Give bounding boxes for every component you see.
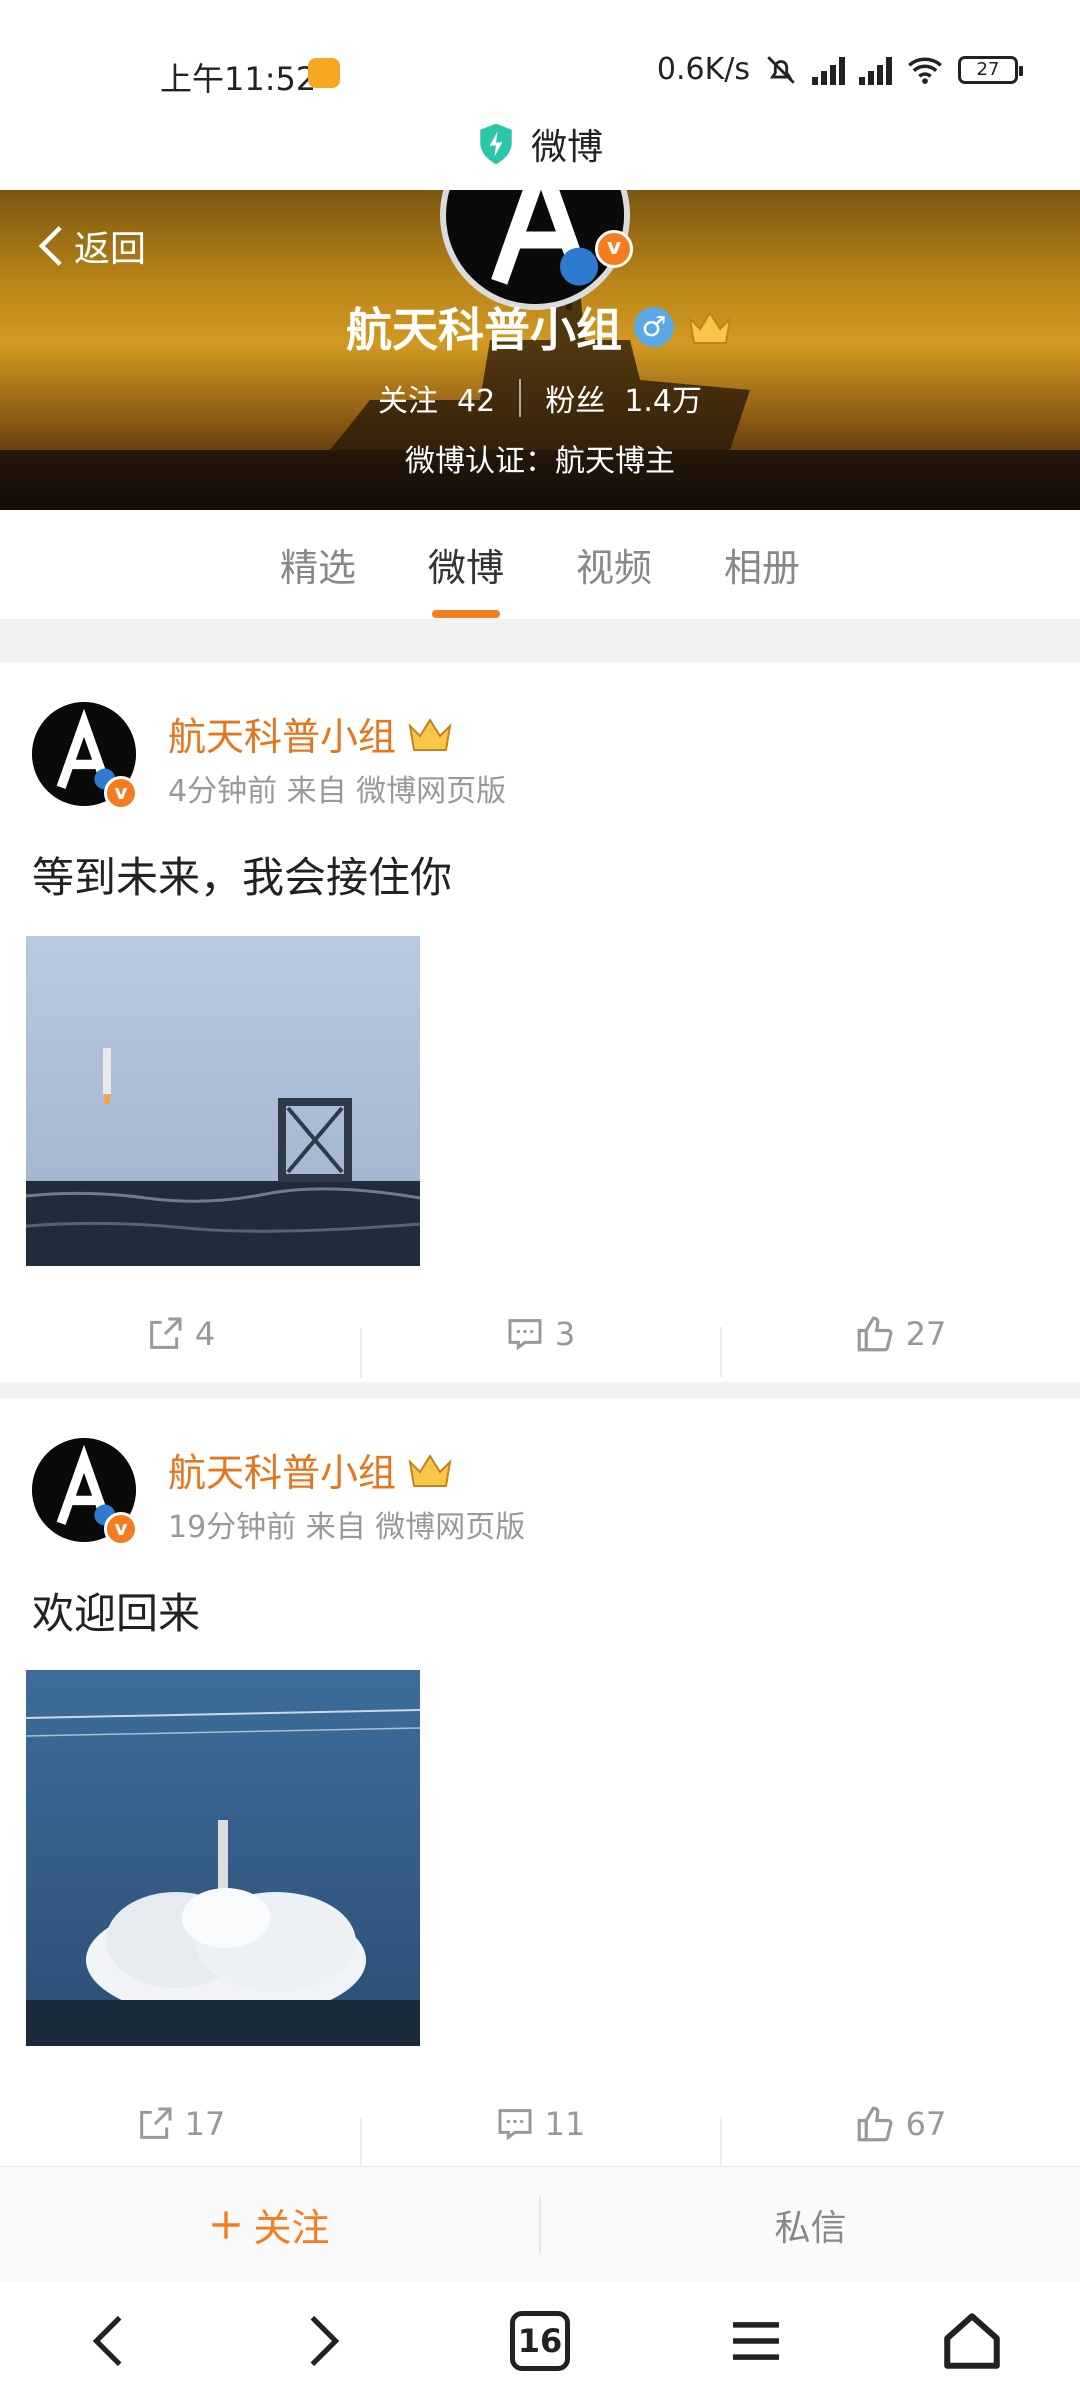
profile-name-row: 航天科普小组 ♂ [0, 294, 1080, 360]
signal-icon-1 [812, 55, 845, 85]
comment-button[interactable]: 3 [360, 1314, 720, 1378]
plus-icon [212, 2210, 241, 2239]
section-gap [0, 620, 1080, 662]
tab-featured[interactable]: 精选 [278, 537, 358, 592]
back-label: 返回 [74, 229, 147, 270]
profile-header: 返回 v 航天科普小组 ♂ 关注 42 粉丝 1.4万 微博认证：航天博主 [0, 190, 1080, 510]
post-meta: 19分钟前 来自 微博网页版 [168, 1510, 526, 1545]
thumbs-up-icon [857, 2106, 893, 2142]
chevron-right-icon [310, 2315, 340, 2367]
crown-icon [408, 1453, 452, 1487]
repost-button[interactable]: 4 [0, 1314, 360, 1354]
repost-button[interactable]: 17 [0, 2104, 360, 2144]
status-right: 0.6K/s 27 [656, 52, 1023, 87]
stats-divider [519, 379, 522, 417]
follow-message-bar: 关注 私信 [0, 2166, 1080, 2282]
chevron-left-icon [92, 2315, 122, 2367]
tab-videos[interactable]: 视频 [574, 537, 654, 592]
post-image[interactable] [26, 936, 420, 1266]
post-text[interactable]: 欢迎回来 [32, 1580, 200, 1641]
message-button[interactable]: 私信 [541, 2199, 1080, 2251]
like-button[interactable]: 67 [720, 2103, 1080, 2167]
post-text[interactable]: 等到未来，我会接住你 [32, 844, 452, 905]
browser-nav-bar: 16 [0, 2282, 1080, 2400]
post-actions: 4 3 27 [0, 1294, 1080, 1378]
post-actions: 17 11 67 [0, 2084, 1080, 2168]
post-author[interactable]: 航天科普小组 [168, 706, 454, 761]
like-button[interactable]: 27 [720, 1313, 1080, 1377]
nav-menu-button[interactable] [701, 2296, 811, 2386]
wifi-icon [908, 57, 942, 84]
followers-stat[interactable]: 粉丝 1.4万 [545, 376, 702, 420]
crown-icon [408, 717, 452, 751]
post-meta: 4分钟前 来自 微博网页版 [168, 774, 507, 809]
verification-text: 微博认证：航天博主 [405, 444, 675, 479]
nav-back-button[interactable] [53, 2296, 163, 2386]
mute-bell-icon [767, 55, 795, 84]
net-speed: 0.6K/s [656, 52, 750, 87]
post-author[interactable]: 航天科普小组 [168, 1442, 454, 1497]
thumbs-up-icon [857, 1316, 893, 1352]
hamburger-menu-icon [733, 2322, 779, 2360]
post-divider [0, 1382, 1080, 1398]
battery-icon: 27 [958, 55, 1023, 84]
signal-icon-2 [859, 55, 892, 85]
post-card: v 航天科普小组 19分钟前 来自 微博网页版 欢迎回来 17 11 67 [0, 1398, 1080, 2168]
verified-badge-icon: v [104, 1512, 138, 1546]
site-title-bar: 微博 [0, 118, 1080, 170]
rocket-launch-image [26, 1670, 420, 2046]
profile-name: 航天科普小组 [346, 303, 622, 357]
secure-shield-icon [480, 123, 512, 165]
crown-icon [688, 311, 732, 344]
follow-button[interactable]: 关注 [0, 2197, 539, 2252]
comment-button[interactable]: 11 [360, 2104, 720, 2168]
rocket-landing-image [26, 936, 420, 1266]
follow-stats: 关注 42 粉丝 1.4万 [0, 376, 1080, 420]
chevron-left-icon [38, 226, 62, 266]
verified-badge-icon: v [595, 230, 633, 268]
male-icon: ♂ [634, 307, 674, 347]
nav-home-button[interactable] [917, 2296, 1027, 2386]
post-card: v 航天科普小组 4分钟前 来自 微博网页版 等到未来，我会接住你 4 3 27 [0, 662, 1080, 1382]
site-title: 微博 [530, 127, 603, 168]
comment-icon [508, 1319, 542, 1351]
following-stat[interactable]: 关注 42 [378, 376, 495, 420]
nav-tabs-button[interactable]: 16 [485, 2296, 595, 2386]
back-button[interactable]: 返回 [38, 220, 146, 272]
status-time: 上午11:52 [160, 60, 317, 98]
tab-count-icon: 16 [510, 2311, 570, 2371]
verified-badge-icon: v [104, 776, 138, 810]
tab-albums[interactable]: 相册 [722, 537, 802, 592]
profile-tabs: 精选 微博 视频 相册 [0, 510, 1080, 620]
comment-icon [498, 2109, 532, 2141]
home-icon [944, 2313, 1000, 2369]
status-bar: 上午11:52 0.6K/s 27 [0, 0, 1080, 120]
nav-forward-button[interactable] [269, 2296, 379, 2386]
share-icon [139, 2107, 172, 2139]
share-icon [149, 1317, 182, 1349]
post-image[interactable] [26, 1670, 420, 2046]
app-notification-icon [308, 58, 340, 88]
tab-weibo[interactable]: 微博 [426, 537, 506, 618]
